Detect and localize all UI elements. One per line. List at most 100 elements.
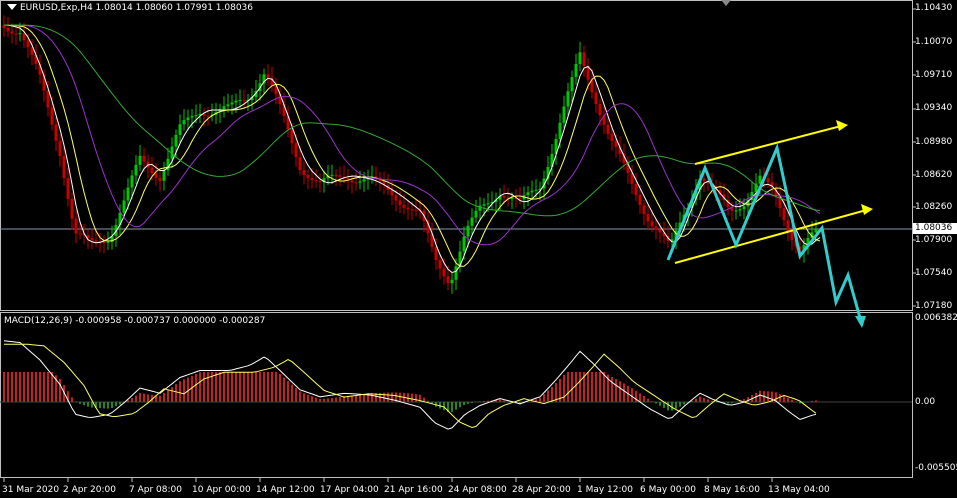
- candle-body: [150, 167, 154, 174]
- candle-body: [298, 157, 302, 171]
- candle-body: [350, 180, 354, 183]
- candle-body: [58, 140, 62, 156]
- candle-body: [338, 175, 342, 177]
- candle-body: [66, 178, 70, 199]
- candle-body: [190, 116, 194, 118]
- candle-body: [786, 220, 790, 232]
- current-price-marker: 1.08036: [913, 223, 957, 234]
- candle-body: [134, 164, 138, 176]
- time-scale-label: 6 May 00:00: [640, 485, 696, 495]
- candle-body: [50, 107, 54, 125]
- candle-body: [646, 213, 650, 222]
- candle-body: [206, 115, 210, 117]
- price-scale-label: 1.07900: [915, 235, 953, 245]
- candle-body: [130, 175, 134, 188]
- zigzag-arrowhead: [855, 316, 866, 328]
- candle-body: [530, 190, 534, 193]
- candle-body: [442, 268, 446, 277]
- time-scale-label: 8 May 16:00: [704, 485, 760, 495]
- lower-trend-line: [674, 208, 871, 264]
- candle-body: [230, 102, 234, 105]
- candle-body: [122, 200, 126, 213]
- macd-scale-label: 0.00: [915, 397, 936, 407]
- candle-body: [738, 209, 742, 211]
- zigzag-projection: [666, 143, 864, 326]
- price-scale-label: 1.09710: [915, 70, 953, 80]
- candle-body: [18, 33, 22, 35]
- candle-body: [470, 217, 474, 226]
- time-scale-label: 2 Apr 20:00: [63, 485, 116, 495]
- candle-body: [162, 170, 166, 181]
- candle-body: [790, 231, 794, 240]
- price-chart[interactable]: [0, 0, 957, 498]
- candle-body: [10, 31, 14, 34]
- candle-body: [74, 218, 78, 234]
- candle-body: [582, 52, 586, 67]
- candle-body: [90, 238, 94, 241]
- candle-body: [638, 194, 642, 206]
- candle-body: [178, 124, 182, 135]
- candle-body: [466, 225, 470, 237]
- upper-trend-arrowhead: [836, 120, 848, 131]
- candle-body: [22, 33, 26, 41]
- candle-body: [266, 74, 270, 78]
- candle-body: [742, 206, 746, 210]
- price-scale-label: 1.07540: [915, 268, 953, 278]
- candle-body: [394, 195, 398, 201]
- candle-body: [410, 209, 414, 211]
- price-scale-label: 1.10430: [915, 3, 953, 13]
- macd-scale-label: 0.006382: [915, 313, 957, 323]
- candle-body: [174, 134, 178, 147]
- candle-body: [650, 221, 654, 227]
- time-scale-label: 17 Apr 04:00: [320, 485, 379, 495]
- time-scale-label: 1 May 12:00: [577, 485, 633, 495]
- candle-body: [78, 233, 82, 235]
- candle-body: [182, 120, 186, 125]
- macd-scale-label: -0.005505: [915, 463, 957, 473]
- time-scale-label: 24 Apr 08:00: [448, 485, 507, 495]
- macd-main-line: [3, 340, 817, 430]
- symbol-info-label: EURUSD,Exp,H4 1.08014 1.08060 1.07991 1.…: [20, 3, 254, 13]
- candle-body: [398, 200, 402, 205]
- candle-body: [654, 226, 658, 230]
- candle-body: [354, 182, 358, 184]
- candle-body: [14, 33, 18, 35]
- candle-body: [598, 103, 602, 116]
- candle-body: [126, 187, 130, 201]
- macd-signal-line: [4, 343, 817, 429]
- candle-body: [6, 27, 10, 32]
- ma-medium-line: [4, 24, 821, 267]
- candle-body: [26, 40, 30, 48]
- candle-body: [450, 279, 454, 284]
- upper-trend-line: [694, 124, 846, 165]
- time-scale-label: 28 Apr 20:00: [512, 485, 571, 495]
- candle-body: [334, 174, 338, 176]
- price-scale-label: 1.08620: [915, 170, 953, 180]
- chart-shift-marker-icon[interactable]: [721, 0, 731, 6]
- candle-body: [158, 177, 162, 181]
- candle-body: [434, 246, 438, 261]
- collapse-triangle-icon[interactable]: [7, 4, 17, 10]
- candle-body: [574, 64, 578, 78]
- candle-body: [782, 208, 786, 221]
- candle-body: [330, 174, 334, 176]
- ma-fast-line: [3, 24, 821, 274]
- chart-window: EURUSD,Exp,H4 1.08014 1.08060 1.07991 1.…: [0, 0, 957, 498]
- candle-body: [186, 117, 190, 121]
- candle-body: [106, 241, 110, 243]
- candle-body: [702, 178, 706, 182]
- candle-body: [362, 179, 366, 182]
- candle-body: [62, 155, 66, 179]
- candle-body: [502, 195, 506, 198]
- candle-body: [402, 204, 406, 208]
- candle-body: [242, 100, 246, 102]
- candle-body: [558, 122, 562, 140]
- candle-body: [142, 155, 146, 162]
- candle-body: [318, 181, 322, 183]
- time-scale-label: 14 Apr 12:00: [256, 485, 315, 495]
- candle-body: [358, 181, 362, 183]
- candle-body: [194, 115, 198, 117]
- candle-body: [562, 106, 566, 123]
- candle-body: [234, 100, 238, 103]
- candle-body: [94, 240, 98, 242]
